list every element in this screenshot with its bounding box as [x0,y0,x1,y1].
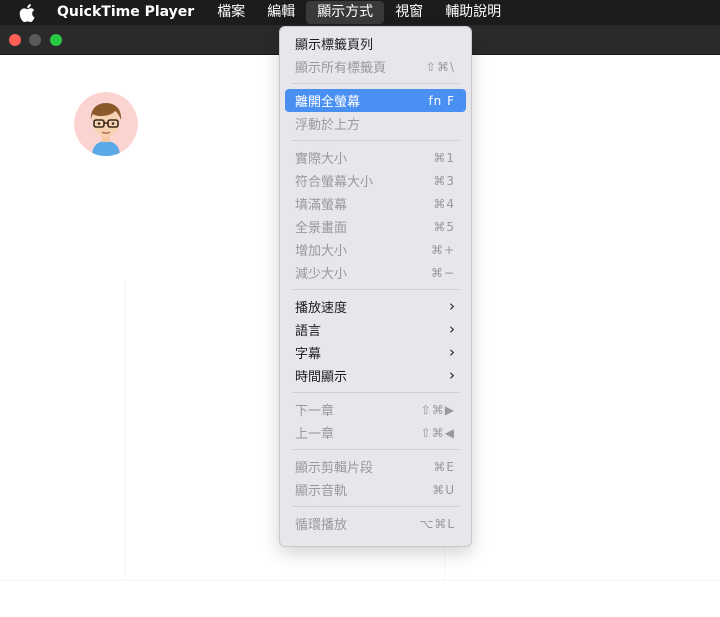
menu-item-shortcut: ⌘4 [433,196,455,211]
menu-item-label: 符合螢幕大小 [295,175,374,190]
menu-edit[interactable]: 編輯 [256,0,306,25]
menu-item-label: 時間顯示 [295,370,348,385]
menu-item-label: 實際大小 [295,152,348,167]
menu-item[interactable]: 播放速度 › [285,295,466,318]
menu-item-shortcut: ⇧⌘▶ [420,402,455,417]
menu-item-label: 離開全螢幕 [295,95,361,110]
menu-separator [292,506,459,507]
menu-item[interactable]: 顯示剪輯片段 ⌘E [285,455,466,478]
menu-item-shortcut: ⌘5 [433,219,455,234]
menu-item-shortcut: ⌥⌘L [419,516,455,531]
menu-item[interactable]: 離開全螢幕 fn F [285,89,466,112]
menu-item-label: 播放速度 [295,301,348,316]
menu-item-label: 語言 [295,324,322,339]
menu-item[interactable]: 時間顯示 › [285,364,466,387]
menu-item[interactable]: 浮動於上方 [285,112,466,135]
menu-item[interactable]: 顯示所有標籤頁 ⇧⌘\ [285,55,466,78]
menu-item-label: 循環播放 [295,518,348,533]
menu-item[interactable]: 下一章 ⇧⌘▶ [285,398,466,421]
menu-separator [292,83,459,84]
chevron-right-icon: › [449,297,455,315]
menu-item-label: 增加大小 [295,244,348,259]
menu-file[interactable]: 檔案 [206,0,256,25]
menu-item-label: 減少大小 [295,267,348,282]
menu-window[interactable]: 視窗 [384,0,434,25]
chevron-right-icon: › [449,343,455,361]
menu-separator [292,449,459,450]
menu-item-shortcut: ⌘− [430,265,455,280]
menu-item-shortcut: ⇧⌘◀ [420,425,455,440]
menu-item[interactable]: 增加大小 ⌘+ [285,238,466,261]
menu-separator [292,140,459,141]
menu-item-label: 顯示所有標籤頁 [295,61,387,76]
menu-item[interactable]: 符合螢幕大小 ⌘3 [285,169,466,192]
apple-logo-icon[interactable] [17,3,37,23]
menu-help[interactable]: 輔助說明 [434,0,512,25]
menu-item[interactable]: 實際大小 ⌘1 [285,146,466,169]
menu-item[interactable]: 循環播放 ⌥⌘L [285,512,466,535]
menu-item[interactable]: 語言 › [285,318,466,341]
close-window-button[interactable] [9,34,21,46]
menu-separator [292,392,459,393]
menu-item-shortcut: ⌘3 [433,173,455,188]
menu-item-label: 顯示音軌 [295,484,348,499]
menu-item-label: 填滿螢幕 [295,198,348,213]
menu-separator [292,289,459,290]
menu-item-label: 下一章 [295,404,335,419]
menu-item-label: 上一章 [295,427,335,442]
menu-item-shortcut: fn F [428,93,455,108]
menu-item-label: 全景畫面 [295,221,348,236]
menu-item-shortcut: ⌘+ [430,242,455,257]
menu-item[interactable]: 顯示音軌 ⌘U [285,478,466,501]
menu-item-label: 顯示剪輯片段 [295,461,374,476]
menu-item[interactable]: 顯示標籤頁列 [285,32,466,55]
menu-item[interactable]: 字幕 › [285,341,466,364]
menu-item-label: 顯示標籤頁列 [295,38,374,53]
menu-item-shortcut: ⌘1 [433,150,455,165]
menu-item-label: 字幕 [295,347,322,362]
menu-item-label: 浮動於上方 [295,118,361,133]
menu-item[interactable]: 全景畫面 ⌘5 [285,215,466,238]
menu-bar: QuickTime Player 檔案 編輯 顯示方式 視窗 輔助說明 [0,0,720,25]
view-menu-dropdown: 顯示標籤頁列 顯示所有標籤頁 ⇧⌘\ 離開全螢幕 fn F 浮動於上方實際大小 ⌘1 符合螢幕… [279,26,472,547]
zoom-window-button[interactable] [50,34,62,46]
menu-item[interactable]: 填滿螢幕 ⌘4 [285,192,466,215]
menu-item[interactable]: 上一章 ⇧⌘◀ [285,421,466,444]
menu-item[interactable]: 減少大小 ⌘− [285,261,466,284]
app-name-menu[interactable]: QuickTime Player [45,0,206,25]
menu-item-shortcut: ⌘E [433,459,455,474]
avatar [74,92,138,156]
chevron-right-icon: › [449,366,455,384]
content-divider [0,580,720,581]
menu-item-shortcut: ⇧⌘\ [425,59,455,74]
menu-item-shortcut: ⌘U [432,482,455,497]
chevron-right-icon: › [449,320,455,338]
minimize-window-button[interactable] [29,34,41,46]
menu-view[interactable]: 顯示方式 [306,1,385,24]
